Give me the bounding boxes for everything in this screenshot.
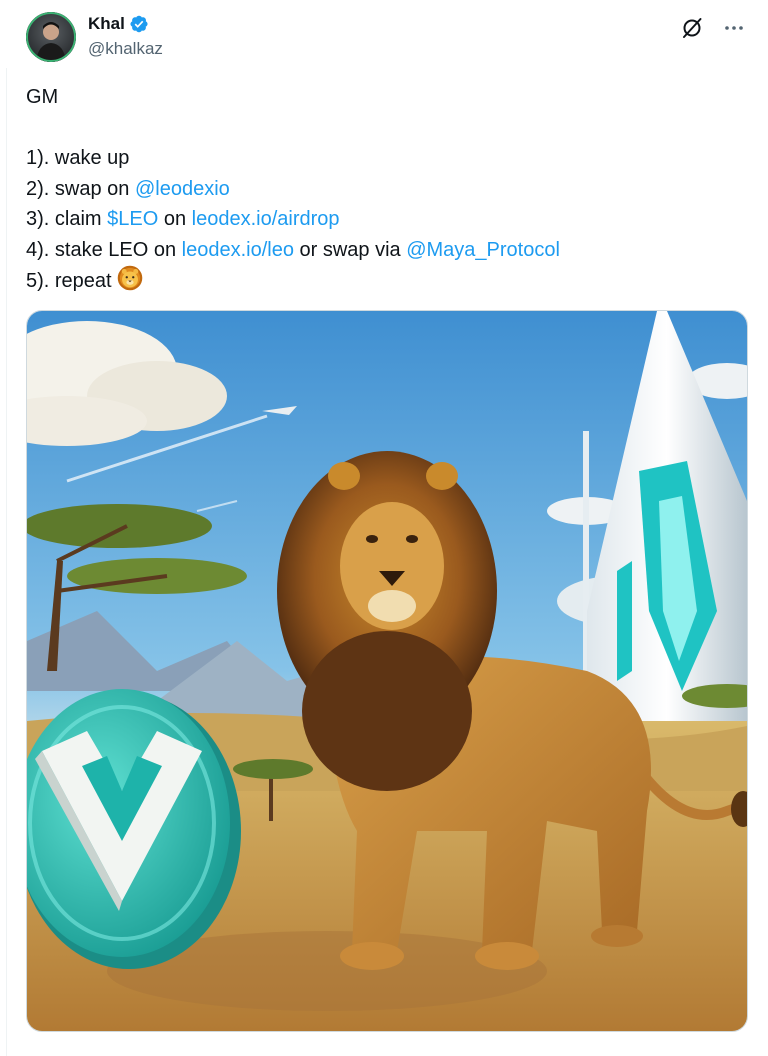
line2-text: 2). swap on [26, 177, 135, 200]
lion-artwork [27, 311, 747, 1031]
cashtag-leo[interactable]: $LEO [107, 208, 158, 230]
line3-mid-text: on [158, 208, 192, 230]
text-line-3: 3). claim $LEO on leodex.io/airdrop [26, 204, 748, 235]
line4-mid-text: or swap via [293, 238, 407, 261]
mention-maya-protocol[interactable]: @Maya_Protocol [406, 239, 560, 261]
tweet-text: GM 1). wake up 2). swap on @leodexio 3).… [26, 82, 748, 296]
grok-icon[interactable] [680, 16, 704, 40]
text-line-4: 4). stake LEO on leodex.io/leo or swap v… [26, 235, 748, 266]
text-line-2: 2). swap on @leodexio [26, 174, 748, 205]
link-airdrop[interactable]: leodex.io/airdrop [192, 208, 340, 230]
text-line-gm: GM [26, 86, 59, 108]
display-name[interactable]: Khal [88, 14, 125, 34]
profile-photo [26, 12, 76, 62]
avatar[interactable] [26, 12, 76, 62]
thread-rule [6, 68, 7, 1056]
mention-leodexio[interactable]: @leodexio [135, 178, 230, 200]
author-names: Khal @khalkaz [88, 13, 163, 59]
tweet-header: Khal @khalkaz [26, 12, 748, 64]
tweet: Khal @khalkaz GM 1). wake up 2). swap on… [26, 12, 748, 1032]
tweet-media-image[interactable] [26, 310, 748, 1032]
verified-badge-icon [130, 15, 148, 33]
lion-face-emoji [117, 265, 143, 291]
handle[interactable]: @khalkaz [88, 39, 163, 59]
line3-text: 3). claim [26, 208, 108, 230]
text-line-1: 1). wake up [26, 147, 130, 169]
more-icon[interactable] [722, 16, 746, 40]
line4-text: 4). stake LEO on [26, 238, 182, 261]
link-leo[interactable]: leodex.io/leo [182, 239, 294, 261]
line5-text: 5). repeat [26, 270, 118, 292]
header-actions [680, 16, 746, 40]
text-line-5: 5). repeat [26, 265, 748, 296]
